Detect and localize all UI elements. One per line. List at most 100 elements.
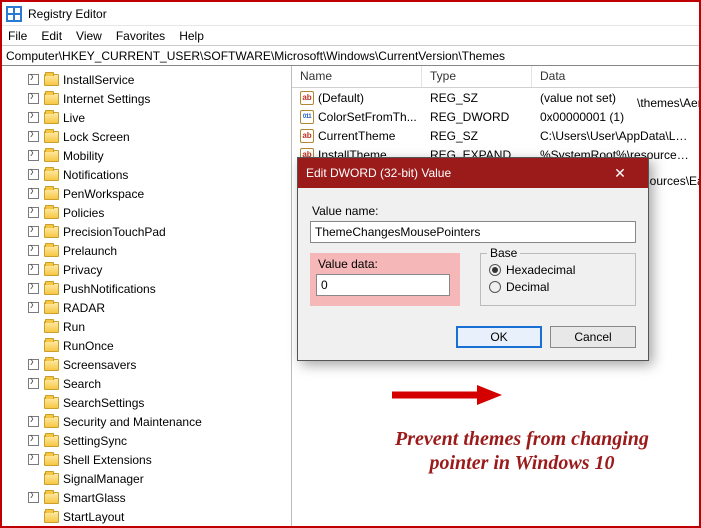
tree-item[interactable]: SmartGlass (6, 488, 291, 507)
tree-item-label: PrecisionTouchPad (63, 225, 166, 239)
tree-item-label: PenWorkspace (63, 187, 144, 201)
dialog-title: Edit DWORD (32-bit) Value (306, 166, 451, 180)
folder-icon (44, 321, 59, 333)
tree-item[interactable]: Internet Settings (6, 89, 291, 108)
value-type: REG_SZ (422, 91, 532, 105)
list-header: Name Type Data (292, 66, 699, 88)
radio-icon (489, 264, 501, 276)
tree-item[interactable]: Mobility (6, 146, 291, 165)
close-icon[interactable]: ✕ (600, 160, 640, 186)
tree-item-label: Lock Screen (63, 130, 130, 144)
tree-item[interactable]: PenWorkspace (6, 184, 291, 203)
tree-item-label: Search (63, 377, 101, 391)
folder-icon (44, 473, 59, 485)
tree-item-label: Screensavers (63, 358, 136, 372)
value-name: CurrentTheme (318, 129, 395, 143)
address-path: Computer\HKEY_CURRENT_USER\SOFTWARE\Micr… (6, 49, 505, 63)
tree-item[interactable]: Security and Maintenance (6, 412, 291, 431)
tree-item-label: PushNotifications (63, 282, 156, 296)
tree-view[interactable]: InstallService Internet Settings Live Lock … (2, 66, 292, 526)
value-name: (Default) (318, 91, 364, 105)
tree-item-label: Internet Settings (63, 92, 150, 106)
tree-item-label: RADAR (63, 301, 105, 315)
tree-item-label: Shell Extensions (63, 453, 152, 467)
tree-item-label: SignalManager (63, 472, 144, 486)
folder-icon (44, 74, 59, 86)
tree-item[interactable]: Notifications (6, 165, 291, 184)
tree-item[interactable]: Lock Screen (6, 127, 291, 146)
radio-dec-label: Decimal (506, 280, 549, 294)
tree-item[interactable]: Privacy (6, 260, 291, 279)
folder-icon (44, 188, 59, 200)
tree-item[interactable]: SettingSync (6, 431, 291, 450)
tree-item[interactable]: PushNotifications (6, 279, 291, 298)
folder-icon (44, 131, 59, 143)
base-group: Base Hexadecimal Decimal (480, 253, 636, 306)
tree-item[interactable]: RunOnce (6, 336, 291, 355)
tree-item[interactable]: PrecisionTouchPad (6, 222, 291, 241)
tree-item[interactable]: Prelaunch (6, 241, 291, 260)
folder-icon (44, 416, 59, 428)
folder-icon (44, 397, 59, 409)
tree-item[interactable]: SearchSettings (6, 393, 291, 412)
cancel-button[interactable]: Cancel (550, 326, 636, 348)
tree-item[interactable]: Screensavers (6, 355, 291, 374)
menu-view[interactable]: View (76, 29, 102, 43)
tree-item[interactable]: Shell Extensions (6, 450, 291, 469)
tree-item-label: Policies (63, 206, 104, 220)
value-data-input[interactable] (316, 274, 450, 296)
address-bar[interactable]: Computer\HKEY_CURRENT_USER\SOFTWARE\Micr… (2, 46, 699, 66)
window-title: Registry Editor (28, 7, 107, 21)
tree-item-label: Notifications (63, 168, 128, 182)
tree-item[interactable]: Search (6, 374, 291, 393)
folder-icon (44, 302, 59, 314)
menu-favorites[interactable]: Favorites (116, 29, 165, 43)
tree-item[interactable]: Policies (6, 203, 291, 222)
col-header-name[interactable]: Name (292, 66, 422, 87)
folder-icon (44, 454, 59, 466)
menu-file[interactable]: File (8, 29, 27, 43)
tree-item[interactable]: Live (6, 108, 291, 127)
tree-item[interactable]: RADAR (6, 298, 291, 317)
tree-item-label: RunOnce (63, 339, 114, 353)
folder-icon (44, 359, 59, 371)
value-data: 0x00000001 (1) (532, 110, 699, 124)
folder-icon (44, 511, 59, 523)
folder-icon (44, 340, 59, 352)
value-data-label: Value data: (318, 257, 454, 271)
radio-hexadecimal[interactable]: Hexadecimal (489, 263, 627, 277)
radio-decimal[interactable]: Decimal (489, 280, 627, 294)
folder-icon (44, 93, 59, 105)
value-name-label: Value name: (312, 204, 636, 218)
dialog-titlebar[interactable]: Edit DWORD (32-bit) Value ✕ (298, 158, 648, 188)
string-value-icon (300, 129, 314, 143)
menu-edit[interactable]: Edit (41, 29, 62, 43)
folder-icon (44, 283, 59, 295)
value-data: C:\Users\User\AppData\Local (532, 129, 699, 143)
tree-item[interactable]: InstallService (6, 70, 291, 89)
list-row[interactable]: CurrentTheme REG_SZC:\Users\User\AppData\… (292, 126, 699, 145)
tree-item-label: SettingSync (63, 434, 127, 448)
menubar: File Edit View Favorites Help (2, 26, 699, 46)
tree-item-label: Prelaunch (63, 244, 117, 258)
value-type: REG_SZ (422, 129, 532, 143)
tree-item[interactable]: Run (6, 317, 291, 336)
tree-item-label: StartLayout (63, 510, 124, 524)
folder-icon (44, 245, 59, 257)
menu-help[interactable]: Help (179, 29, 204, 43)
tree-item-label: Run (63, 320, 85, 334)
folder-icon (44, 435, 59, 447)
folder-icon (44, 112, 59, 124)
folder-icon (44, 207, 59, 219)
tree-item[interactable]: StartLayout (6, 507, 291, 526)
ok-button[interactable]: OK (456, 326, 542, 348)
tree-item-label: Security and Maintenance (63, 415, 202, 429)
col-header-data[interactable]: Data (532, 66, 699, 87)
tree-item-label: InstallService (63, 73, 134, 87)
value-name-input[interactable] (310, 221, 636, 243)
tree-item[interactable]: SignalManager (6, 469, 291, 488)
col-header-type[interactable]: Type (422, 66, 532, 87)
radio-hex-label: Hexadecimal (506, 263, 575, 277)
edit-dword-dialog: Edit DWORD (32-bit) Value ✕ Value name: … (297, 157, 649, 361)
tree-item-label: Privacy (63, 263, 102, 277)
